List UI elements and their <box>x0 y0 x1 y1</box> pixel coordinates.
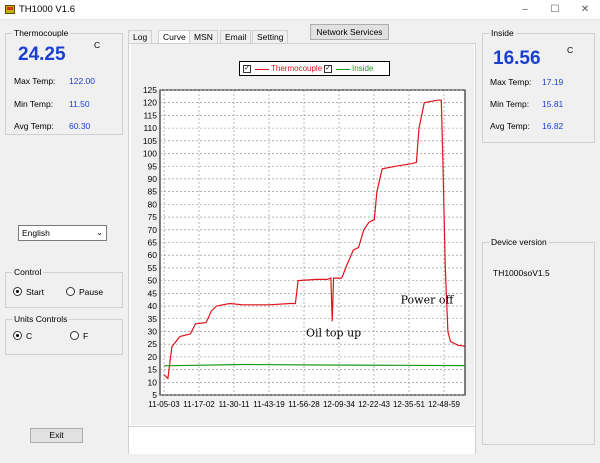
chart-legend: ✓ Thermocouple ✓ Inside <box>239 61 390 76</box>
y-tick-label: 60 <box>148 250 158 260</box>
thermocouple-legend-swatch <box>255 69 269 70</box>
x-tick-label: 12-35-51 <box>393 400 426 409</box>
tab-log[interactable]: Log <box>128 30 153 43</box>
exit-button[interactable]: Exit <box>30 428 83 443</box>
units-group: Units Controls <box>5 314 123 355</box>
y-tick-label: 20 <box>148 352 158 362</box>
thermocouple-max-value: 122.00 <box>69 76 95 86</box>
inside-value: 16.56 <box>493 48 541 69</box>
temperature-chart: 5 10 15 20 25 30 35 40 45 50 55 60 65 70 75 80 85 90 95 100… <box>143 85 466 409</box>
tab-email[interactable]: Email <box>220 30 252 43</box>
x-tick-label: 11-56-28 <box>288 400 320 409</box>
y-tick-label: 100 <box>143 149 157 159</box>
y-tick-label: 25 <box>148 339 158 349</box>
tab-msn[interactable]: MSN <box>189 30 218 43</box>
minimize-button[interactable]: – <box>510 0 540 20</box>
language-select[interactable]: English ⌄ <box>18 225 107 241</box>
inside-max-value: 17.19 <box>542 77 564 87</box>
thermocouple-group-label: Thermocouple <box>12 28 71 38</box>
x-tick-label: 12-22-43 <box>358 400 391 409</box>
inside-unit: C <box>567 45 574 55</box>
thermocouple-avg-label: Avg Temp: <box>14 121 54 131</box>
y-tick-label: 35 <box>148 314 158 324</box>
window-title: TH1000 V1.6 <box>19 4 75 15</box>
y-axis-ticks: 5 10 15 20 25 30 35 40 45 50 55 60 65 70 75 80 85 90 95 100… <box>143 85 157 400</box>
x-tick-label: 11-30-11 <box>219 400 250 409</box>
y-tick-label: 50 <box>148 276 158 286</box>
device-version-value: TH1000soV1.5 <box>493 268 550 278</box>
inside-min-value: 15.81 <box>542 99 564 109</box>
tab-setting[interactable]: Setting <box>252 30 289 43</box>
y-tick-label: 80 <box>148 199 158 209</box>
y-tick-label: 120 <box>143 98 157 108</box>
device-version-label: Device version <box>489 237 549 247</box>
language-select-value: English <box>22 228 50 238</box>
celsius-label: C <box>26 331 33 341</box>
chart-annotation: Power off <box>401 294 455 307</box>
inside-legend-swatch <box>336 69 350 70</box>
thermocouple-unit: C <box>94 40 101 50</box>
thermocouple-value: 24.25 <box>18 44 66 65</box>
y-tick-label: 115 <box>143 110 157 120</box>
tab-curve[interactable]: Curve <box>158 30 191 44</box>
y-tick-label: 40 <box>148 301 158 311</box>
inside-avg-value: 16.82 <box>542 121 564 131</box>
control-group: Control <box>5 267 123 308</box>
close-button[interactable]: ✕ <box>570 0 600 20</box>
inside-min-label: Min Temp: <box>490 99 530 109</box>
y-tick-label: 90 <box>148 174 158 184</box>
y-tick-label: 85 <box>148 187 158 197</box>
inside-legend-checkbox[interactable]: ✓ <box>324 65 332 73</box>
app-icon <box>5 5 15 14</box>
inside-legend-label: Inside <box>352 64 374 73</box>
x-tick-label: 11-17-02 <box>183 400 215 409</box>
pause-radio[interactable] <box>66 287 75 296</box>
status-box <box>129 426 475 454</box>
thermocouple-legend-label: Thermocouple <box>271 64 323 73</box>
y-tick-label: 105 <box>143 136 157 146</box>
celsius-radio[interactable] <box>13 331 22 340</box>
thermocouple-legend-checkbox[interactable]: ✓ <box>243 65 251 73</box>
y-tick-label: 95 <box>148 161 158 171</box>
y-tick-label: 65 <box>148 238 158 248</box>
title-bar: TH1000 V1.6 – ☐ ✕ <box>0 0 600 20</box>
thermocouple-min-value: 11.50 <box>69 99 90 109</box>
network-services-button[interactable]: Network Services <box>310 24 389 40</box>
pause-label: Pause <box>79 287 104 297</box>
y-tick-label: 15 <box>148 365 158 375</box>
x-tick-label: 12-48-59 <box>428 400 461 409</box>
x-tick-label: 12-09-34 <box>323 400 356 409</box>
inside-avg-label: Avg Temp: <box>490 121 530 131</box>
maximize-button[interactable]: ☐ <box>540 0 570 20</box>
inside-group-label: Inside <box>489 28 516 38</box>
y-tick-label: 30 <box>148 326 158 336</box>
chart-annotation: Oil top up <box>306 327 361 340</box>
x-tick-label: 11-05-03 <box>148 400 180 409</box>
thermocouple-avg-value: 60.30 <box>69 121 91 131</box>
y-tick-label: 75 <box>148 212 158 222</box>
x-axis-ticks: 11-05-03 11-17-02 11-30-11 11-43-19 11-56-28… <box>148 400 460 409</box>
y-tick-label: 45 <box>148 288 158 298</box>
inside-max-label: Max Temp: <box>490 77 532 87</box>
control-group-label: Control <box>12 267 44 277</box>
thermocouple-max-label: Max Temp: <box>14 76 56 86</box>
y-tick-label: 5 <box>152 390 157 400</box>
units-group-label: Units Controls <box>12 314 70 324</box>
fahrenheit-label: F <box>83 331 89 341</box>
y-tick-label: 55 <box>148 263 158 273</box>
x-tick-label: 11-43-19 <box>253 400 285 409</box>
y-tick-label: 125 <box>143 85 157 95</box>
y-tick-label: 110 <box>143 123 157 133</box>
thermocouple-min-label: Min Temp: <box>14 99 54 109</box>
y-tick-label: 70 <box>148 225 158 235</box>
y-tick-label: 10 <box>148 377 158 387</box>
start-label: Start <box>26 287 44 297</box>
start-radio[interactable] <box>13 287 22 296</box>
chevron-down-icon: ⌄ <box>96 228 103 237</box>
fahrenheit-radio[interactable] <box>70 331 79 340</box>
